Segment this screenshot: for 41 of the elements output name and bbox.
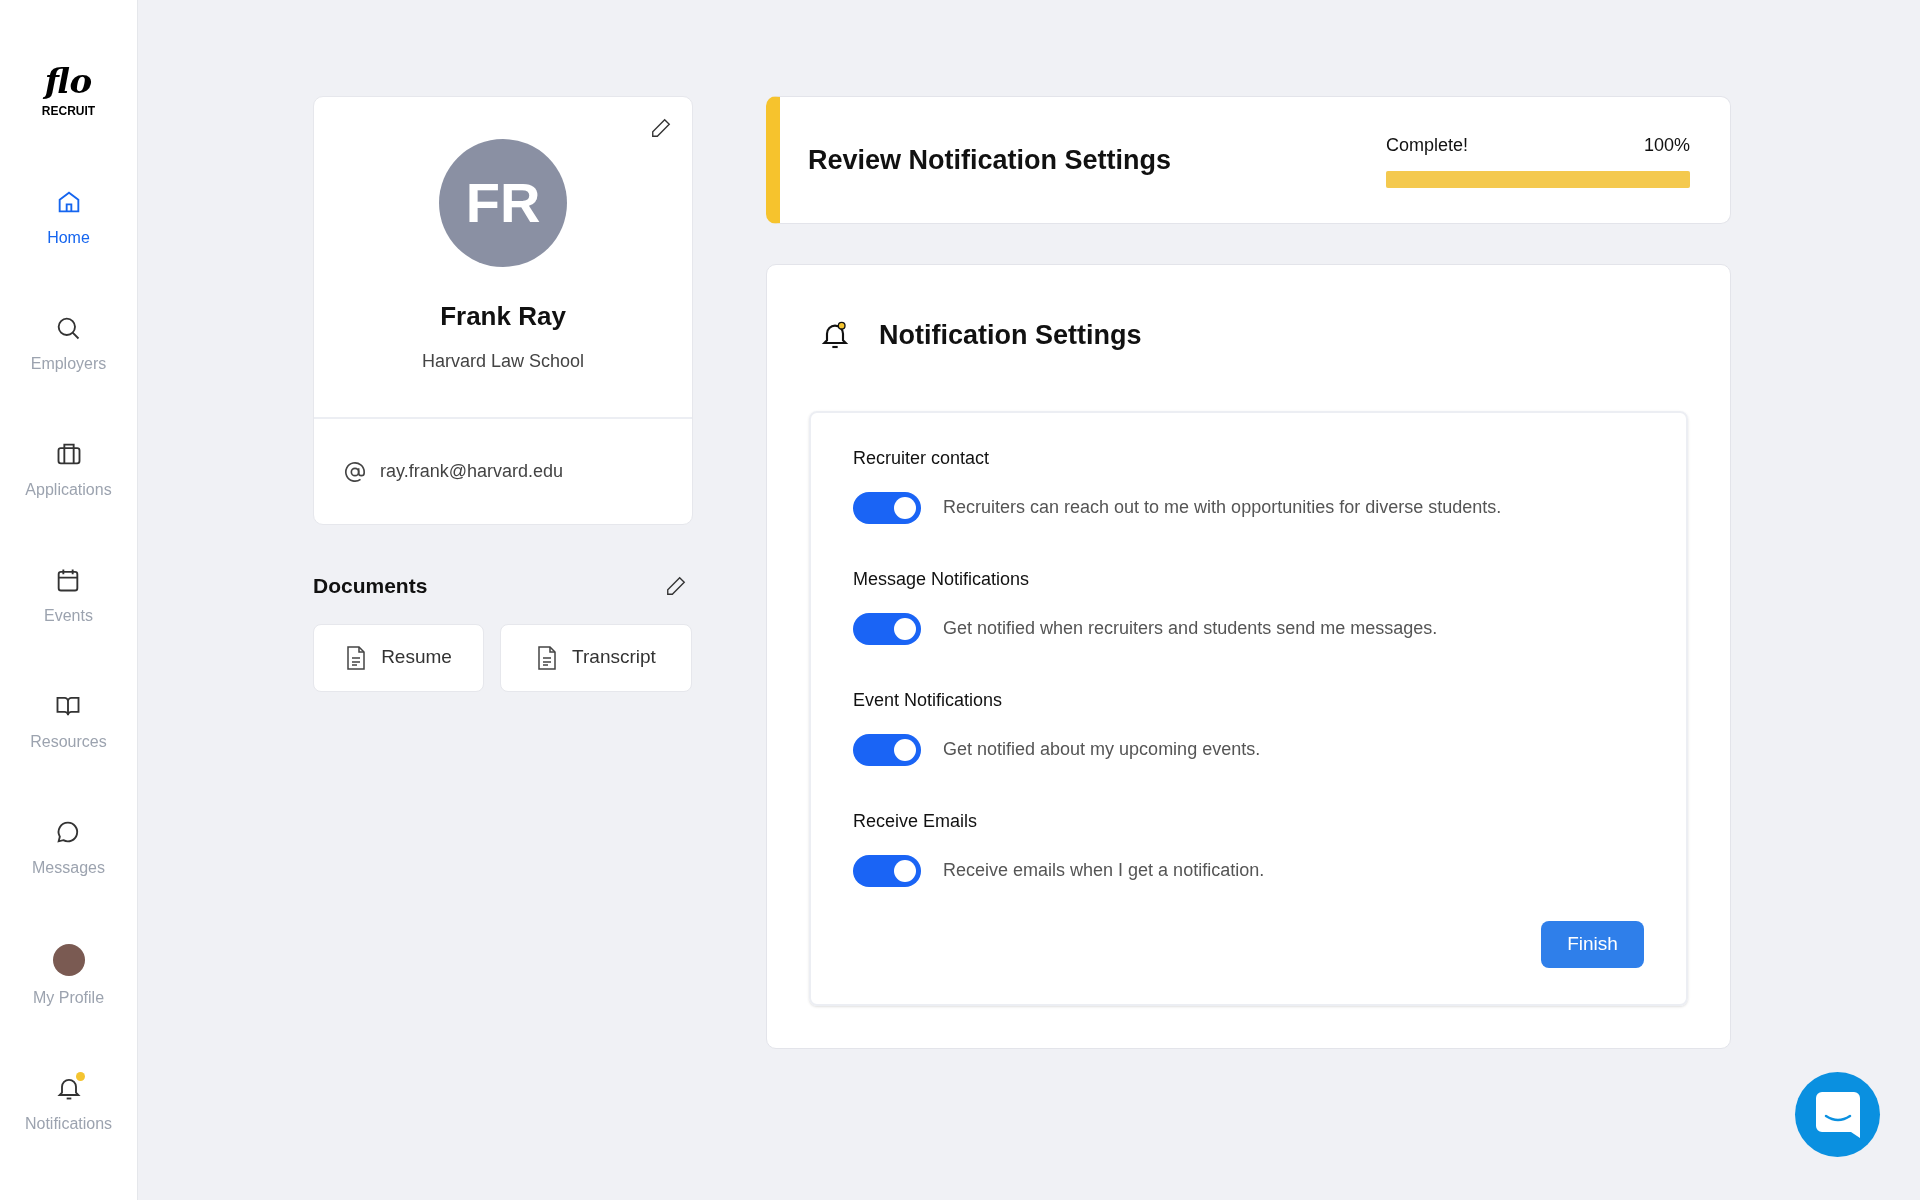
nav-item[interactable]: My Profile (32, 944, 105, 1010)
edit-icon[interactable] (650, 117, 672, 139)
nav-item[interactable]: Applications (25, 440, 112, 502)
toggle-switch[interactable] (853, 612, 921, 645)
documents-heading: Documents (313, 573, 428, 599)
logo-wordmark: flo (44, 64, 93, 98)
document-icon (345, 645, 368, 670)
profile-name: Frank Ray (440, 300, 566, 333)
avatar-initials: FR (439, 139, 567, 267)
document-icon (536, 645, 559, 670)
toggle-switch[interactable] (853, 854, 921, 887)
option-description: Get notified when recruiters and students send me messages. (943, 617, 1438, 640)
logo-subtitle: RECRUIT (41, 103, 96, 120)
nav-item[interactable]: Employers (30, 314, 107, 376)
option-label: Message Notifications (853, 567, 1031, 591)
chat-icon (1815, 1091, 1860, 1138)
profile-email: ray.frank@harvard.edu (380, 460, 564, 483)
edit-icon[interactable] (665, 574, 687, 597)
settings-title: Notification Settings (879, 319, 1142, 352)
toggle-switch[interactable] (853, 491, 921, 524)
option-label: Recruiter contact (853, 446, 991, 470)
at-icon (344, 460, 366, 483)
option-label: Event Notifications (853, 688, 1004, 712)
nav-item[interactable]: Resources (30, 692, 107, 754)
option-description: Get notified about my upcoming events. (943, 738, 1261, 761)
avatar-photo-placeholder (52, 944, 85, 976)
option-label: Receive Emails (853, 809, 979, 833)
document-button[interactable]: Resume (313, 623, 484, 692)
nav-item[interactable]: Home (47, 188, 90, 250)
option-description: Receive emails when I get a notification. (943, 859, 1265, 882)
toggle-switch[interactable] (853, 733, 921, 766)
progress-status: Complete! (1386, 134, 1469, 157)
nav-item[interactable]: Notifications (24, 1074, 113, 1136)
progress-percent: 100% (1643, 134, 1690, 157)
nav-item[interactable]: Events (44, 566, 93, 628)
profile-school: Harvard Law School (421, 350, 585, 373)
progress-title: Review Notification Settings (808, 143, 1172, 177)
finish-button[interactable]: Finish (1541, 920, 1644, 968)
document-button[interactable]: Transcript (500, 623, 692, 692)
nav-item[interactable]: Messages (32, 818, 105, 880)
option-description: Recruiters can reach out to me with opportunities for diverse students. (943, 496, 1502, 519)
